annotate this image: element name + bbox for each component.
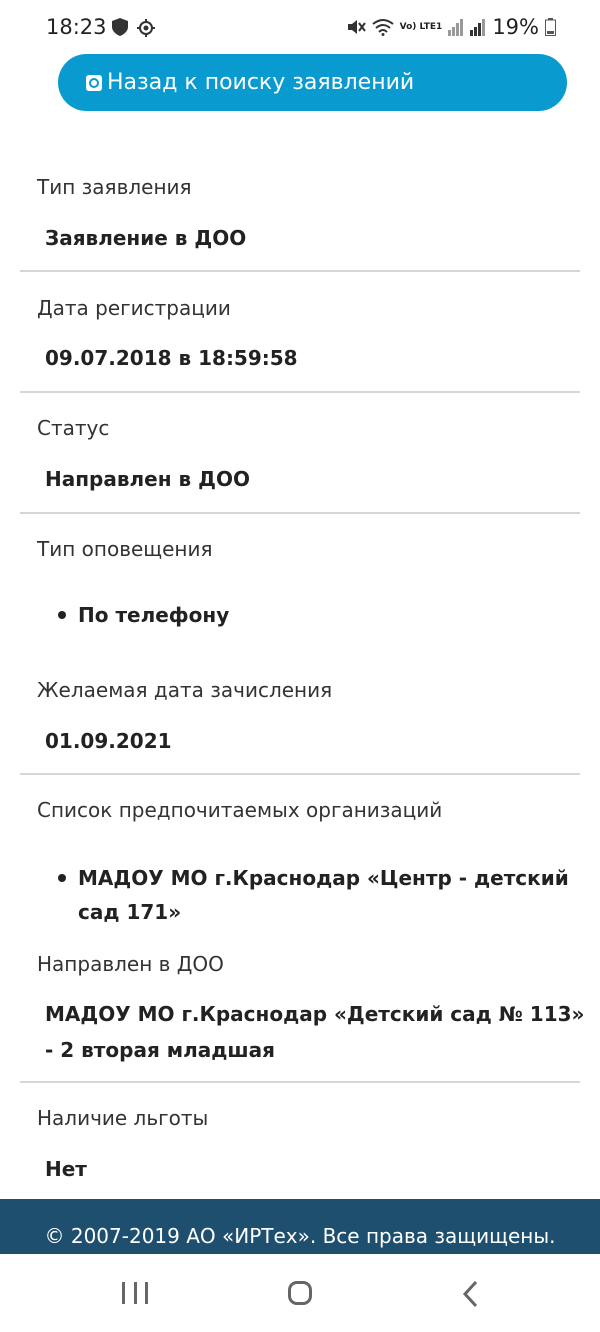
application-type-value: Заявление в ДОО bbox=[45, 226, 247, 250]
recent-apps-icon[interactable] bbox=[122, 1282, 148, 1304]
status-time: 18:23 bbox=[46, 15, 107, 39]
back-to-search-button[interactable]: Назад к поиску заявлений bbox=[58, 54, 567, 111]
desired-date-label: Желаемая дата зачисления bbox=[37, 678, 333, 702]
shield-icon bbox=[112, 18, 128, 36]
notification-type-label: Тип оповещения bbox=[37, 537, 213, 561]
search-icon bbox=[86, 74, 102, 91]
preferred-orgs-label: Список предпочитаемых организаций bbox=[37, 798, 443, 822]
back-to-search-label: Назад к поиску заявлений bbox=[107, 70, 415, 95]
divider bbox=[20, 1081, 580, 1083]
gear-icon bbox=[137, 19, 155, 37]
footer-copyright: © 2007-2019 АО «ИРТех». Все права защище… bbox=[44, 1224, 556, 1248]
notification-type-value: По телефону bbox=[78, 603, 230, 627]
registration-date-label: Дата регистрации bbox=[37, 296, 231, 320]
status-value: Направлен в ДОО bbox=[45, 467, 250, 491]
battery-percent: 19% bbox=[492, 15, 539, 39]
status-bar: 18:23 Vo) LTE1 19% bbox=[0, 0, 600, 56]
home-icon[interactable] bbox=[288, 1281, 312, 1305]
divider bbox=[20, 512, 580, 514]
status-label: Статус bbox=[37, 416, 110, 440]
divider bbox=[20, 391, 580, 393]
back-icon[interactable] bbox=[460, 1280, 482, 1308]
assigned-doo-label: Направлен в ДОО bbox=[37, 952, 224, 976]
system-nav-bar bbox=[0, 1254, 600, 1332]
desired-date-value: 01.09.2021 bbox=[45, 729, 172, 753]
preferred-org-value: МАДОУ МО г.Краснодар «Центр - детский са… bbox=[78, 866, 569, 924]
battery-icon bbox=[545, 18, 556, 36]
divider bbox=[20, 773, 580, 775]
signal-icon bbox=[448, 19, 464, 36]
volte-icon: Vo) LTE1 bbox=[399, 21, 443, 32]
application-type-label: Тип заявления bbox=[37, 175, 192, 199]
registration-date-value: 09.07.2018 в 18:59:58 bbox=[45, 346, 298, 370]
footer: © 2007-2019 АО «ИРТех». Все права защище… bbox=[0, 1199, 600, 1254]
notification-type-item: По телефону bbox=[58, 598, 600, 632]
mute-icon bbox=[347, 20, 366, 34]
wifi-icon bbox=[371, 19, 394, 36]
benefit-value: Нет bbox=[45, 1157, 87, 1181]
benefit-label: Наличие льготы bbox=[37, 1106, 209, 1130]
assigned-doo-value: МАДОУ МО г.Краснодар «Детский сад № 113»… bbox=[45, 1002, 585, 1062]
bullet-icon bbox=[58, 610, 66, 619]
divider bbox=[20, 270, 580, 272]
bullet-icon bbox=[58, 873, 66, 882]
signal-icon bbox=[470, 19, 486, 36]
preferred-org-item: МАДОУ МО г.Краснодар «Центр - детский са… bbox=[58, 861, 600, 929]
